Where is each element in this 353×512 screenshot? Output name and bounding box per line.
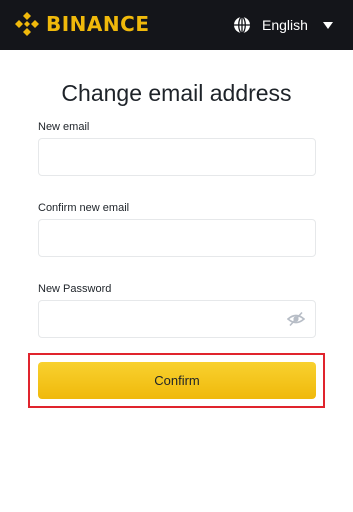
- brand-name: BINANCE: [46, 12, 150, 36]
- new-email-input[interactable]: [39, 139, 315, 175]
- new-password-label: New Password: [38, 283, 112, 295]
- confirm-email-input[interactable]: [39, 220, 315, 256]
- eye-slash-icon[interactable]: [287, 311, 305, 327]
- globe-icon: [234, 16, 250, 34]
- binance-logo-icon: [15, 12, 39, 36]
- page-title: Change email address: [61, 80, 292, 106]
- binance-logo[interactable]: BINANCE: [14, 11, 149, 37]
- new-password-input[interactable]: [39, 301, 315, 337]
- language-selector[interactable]: English: [233, 14, 333, 36]
- confirm-button[interactable]: Confirm: [38, 362, 316, 399]
- caret-down-icon: [322, 21, 333, 29]
- confirm-email-label: Confirm new email: [38, 202, 130, 214]
- new-email-label: New email: [38, 121, 90, 133]
- new-email-field-box: [38, 138, 316, 176]
- language-label: English: [262, 17, 308, 33]
- confirm-email-field-box: [38, 219, 316, 257]
- new-password-field-box: [38, 300, 316, 338]
- top-bar: BINANCE English: [0, 0, 353, 50]
